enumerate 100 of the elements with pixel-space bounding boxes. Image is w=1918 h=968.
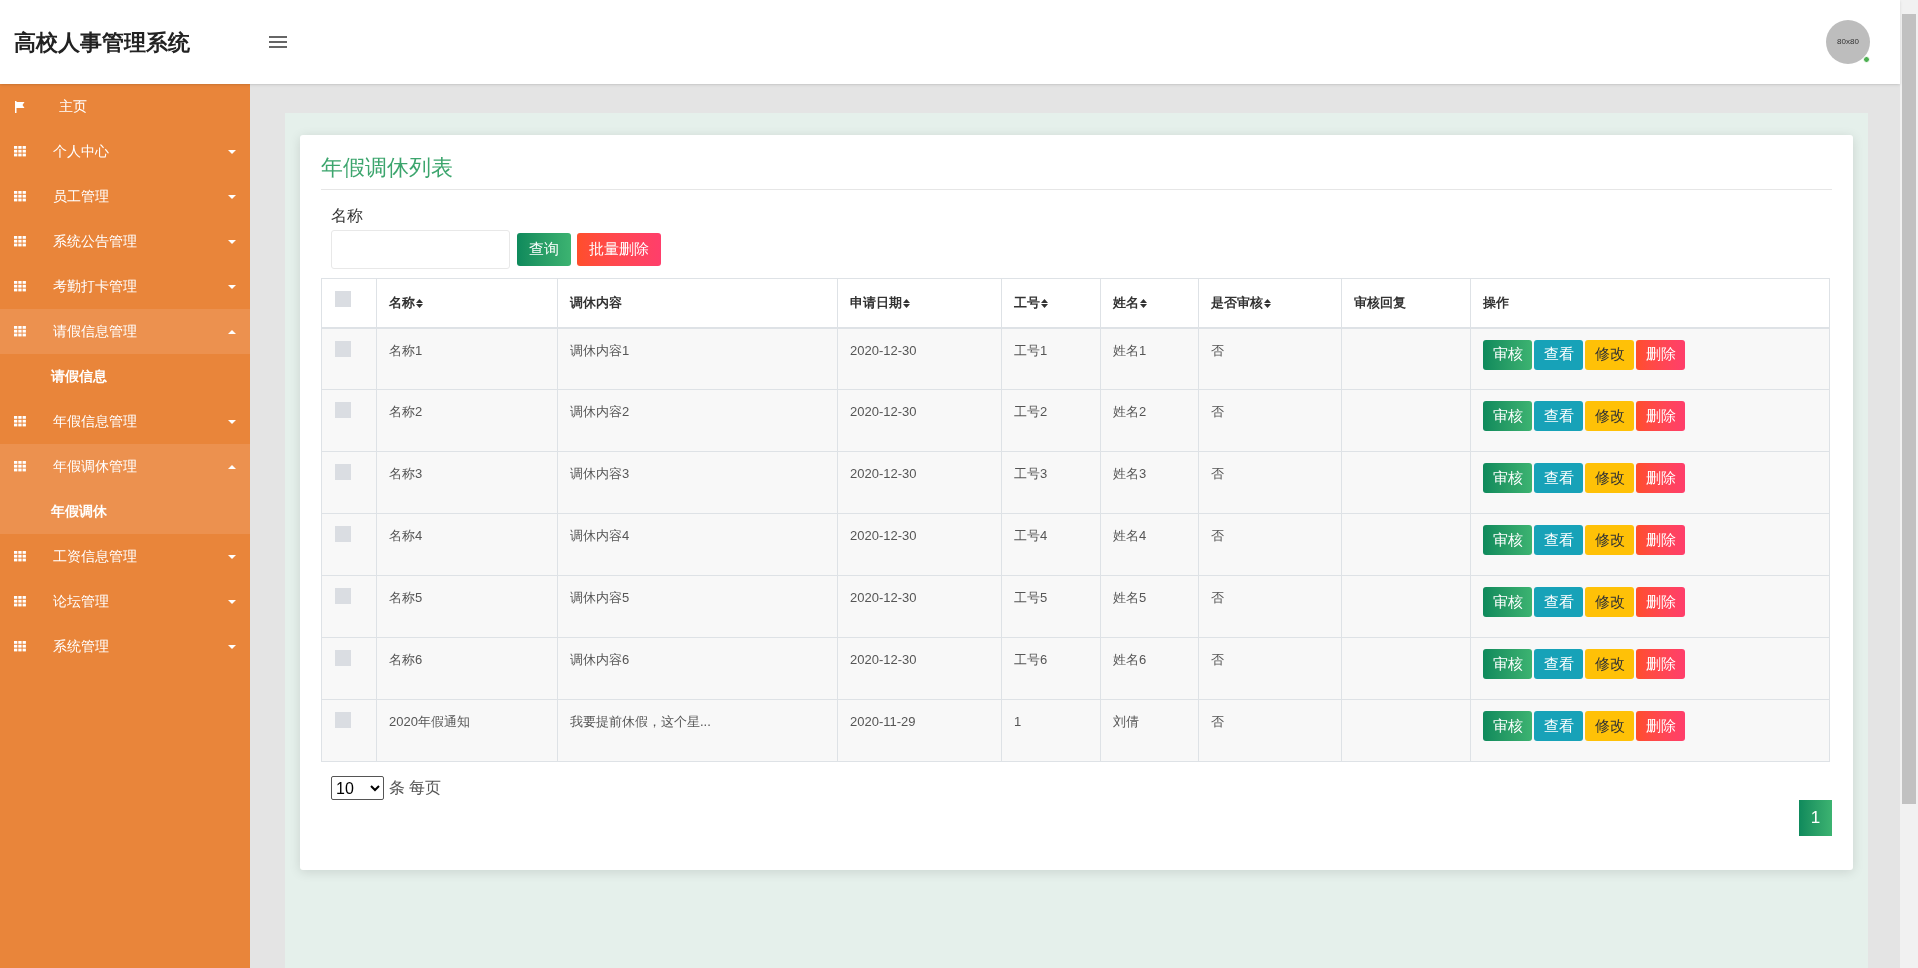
edit-button[interactable]: 修改 bbox=[1585, 649, 1634, 679]
delete-button[interactable]: 删除 bbox=[1636, 649, 1685, 679]
menu-icon[interactable] bbox=[268, 34, 288, 50]
column-header[interactable]: 是否审核 bbox=[1211, 295, 1263, 310]
table-cell: 工号3 bbox=[1014, 466, 1048, 481]
sidebar-subitem[interactable]: 年假调休 bbox=[0, 489, 250, 534]
edit-button[interactable]: 修改 bbox=[1585, 463, 1634, 493]
checkbox[interactable] bbox=[335, 402, 351, 418]
sidebar-item[interactable]: 主页 bbox=[0, 84, 250, 129]
table-cell: 名称5 bbox=[389, 590, 423, 605]
table-cell: 刘倩 bbox=[1113, 714, 1139, 729]
sort-icon[interactable] bbox=[1140, 299, 1147, 309]
sidebar-item[interactable]: 系统管理 bbox=[0, 624, 250, 669]
delete-button[interactable]: 删除 bbox=[1636, 711, 1685, 741]
table-cell: 名称4 bbox=[389, 528, 423, 543]
sidebar-item[interactable]: 个人中心 bbox=[0, 129, 250, 174]
approve-button[interactable]: 审核 bbox=[1483, 463, 1532, 493]
column-header[interactable]: 工号 bbox=[1014, 295, 1040, 310]
column-header[interactable]: 名称 bbox=[389, 295, 415, 310]
delete-button[interactable]: 删除 bbox=[1636, 587, 1685, 617]
flag-icon bbox=[14, 100, 26, 113]
query-button[interactable]: 查询 bbox=[517, 233, 571, 266]
page-button[interactable]: 1 bbox=[1799, 800, 1832, 836]
sidebar-item[interactable]: 请假信息管理 bbox=[0, 309, 250, 354]
table-cell: 否 bbox=[1211, 528, 1224, 543]
table-cell: 2020年假通知 bbox=[389, 714, 470, 729]
table-cell: 姓名2 bbox=[1113, 404, 1147, 419]
table-cell: 名称6 bbox=[389, 652, 423, 667]
table-cell: 我要提前休假，这个星... bbox=[570, 714, 711, 729]
caret-icon bbox=[228, 329, 236, 334]
sidebar-item[interactable]: 年假信息管理 bbox=[0, 399, 250, 444]
sort-icon[interactable] bbox=[903, 299, 910, 309]
checkbox[interactable] bbox=[335, 712, 351, 728]
table-cell: 2020-12-30 bbox=[850, 404, 917, 419]
sidebar-item[interactable]: 考勤打卡管理 bbox=[0, 264, 250, 309]
sidebar-item[interactable]: 论坛管理 bbox=[0, 579, 250, 624]
table-cell: 否 bbox=[1211, 466, 1224, 481]
grid-icon bbox=[14, 326, 27, 337]
approve-button[interactable]: 审核 bbox=[1483, 711, 1532, 741]
table-cell: 2020-12-30 bbox=[850, 590, 917, 605]
sort-icon[interactable] bbox=[1041, 299, 1048, 309]
table-cell: 否 bbox=[1211, 590, 1224, 605]
table-cell: 工号1 bbox=[1014, 342, 1048, 358]
checkbox[interactable] bbox=[335, 340, 351, 357]
view-button[interactable]: 查看 bbox=[1534, 463, 1583, 493]
checkbox[interactable] bbox=[335, 464, 351, 480]
caret-icon bbox=[228, 239, 236, 244]
sidebar-item[interactable]: 员工管理 bbox=[0, 174, 250, 219]
view-button[interactable]: 查看 bbox=[1534, 587, 1583, 617]
scrollbar[interactable] bbox=[1900, 0, 1918, 968]
view-button[interactable]: 查看 bbox=[1534, 339, 1583, 370]
avatar[interactable]: 80x80 bbox=[1826, 20, 1870, 64]
table-cell: 调休内容1 bbox=[570, 342, 630, 358]
column-header[interactable]: 姓名 bbox=[1113, 295, 1139, 310]
table-cell: 姓名1 bbox=[1113, 342, 1147, 358]
checkbox[interactable] bbox=[335, 526, 351, 542]
approve-button[interactable]: 审核 bbox=[1483, 649, 1532, 679]
table-cell: 调休内容4 bbox=[570, 528, 630, 543]
table-cell: 2020-12-30 bbox=[850, 342, 917, 358]
delete-button[interactable]: 删除 bbox=[1636, 339, 1685, 370]
table-cell: 调休内容3 bbox=[570, 466, 630, 481]
approve-button[interactable]: 审核 bbox=[1483, 401, 1532, 431]
table-cell: 否 bbox=[1211, 714, 1224, 729]
grid-icon bbox=[14, 551, 27, 562]
page-size-label: 条 每页 bbox=[389, 778, 442, 798]
checkbox[interactable] bbox=[335, 650, 351, 666]
delete-button[interactable]: 删除 bbox=[1636, 525, 1685, 555]
delete-button[interactable]: 删除 bbox=[1636, 463, 1685, 493]
sidebar-item[interactable]: 工资信息管理 bbox=[0, 534, 250, 579]
grid-icon bbox=[14, 146, 27, 157]
delete-button[interactable]: 删除 bbox=[1636, 401, 1685, 431]
edit-button[interactable]: 修改 bbox=[1585, 711, 1634, 741]
sidebar-item[interactable]: 年假调休管理 bbox=[0, 444, 250, 489]
view-button[interactable]: 查看 bbox=[1534, 711, 1583, 741]
view-button[interactable]: 查看 bbox=[1534, 649, 1583, 679]
approve-button[interactable]: 审核 bbox=[1483, 339, 1532, 370]
table-cell: 否 bbox=[1211, 342, 1224, 358]
table-cell: 工号5 bbox=[1014, 590, 1048, 605]
field-label: 名称 bbox=[331, 206, 364, 226]
edit-button[interactable]: 修改 bbox=[1585, 339, 1634, 370]
batch-delete-button[interactable]: 批量删除 bbox=[577, 233, 661, 266]
edit-button[interactable]: 修改 bbox=[1585, 587, 1634, 617]
edit-button[interactable]: 修改 bbox=[1585, 525, 1634, 555]
view-button[interactable]: 查看 bbox=[1534, 525, 1583, 555]
edit-button[interactable]: 修改 bbox=[1585, 401, 1634, 431]
caret-icon bbox=[228, 644, 236, 649]
table-cell: 1 bbox=[1014, 714, 1022, 729]
sort-icon[interactable] bbox=[1264, 299, 1271, 309]
sidebar-item[interactable]: 系统公告管理 bbox=[0, 219, 250, 264]
checkbox[interactable] bbox=[335, 588, 351, 604]
checkbox[interactable] bbox=[335, 291, 351, 307]
sort-icon[interactable] bbox=[416, 299, 423, 309]
table-cell: 2020-12-30 bbox=[850, 652, 917, 667]
approve-button[interactable]: 审核 bbox=[1483, 587, 1532, 617]
column-header[interactable]: 申请日期 bbox=[850, 295, 902, 310]
page-size-select[interactable]: 10 bbox=[331, 776, 384, 800]
view-button[interactable]: 查看 bbox=[1534, 401, 1583, 431]
grid-icon bbox=[14, 416, 27, 427]
caret-icon bbox=[228, 464, 236, 469]
approve-button[interactable]: 审核 bbox=[1483, 525, 1532, 555]
